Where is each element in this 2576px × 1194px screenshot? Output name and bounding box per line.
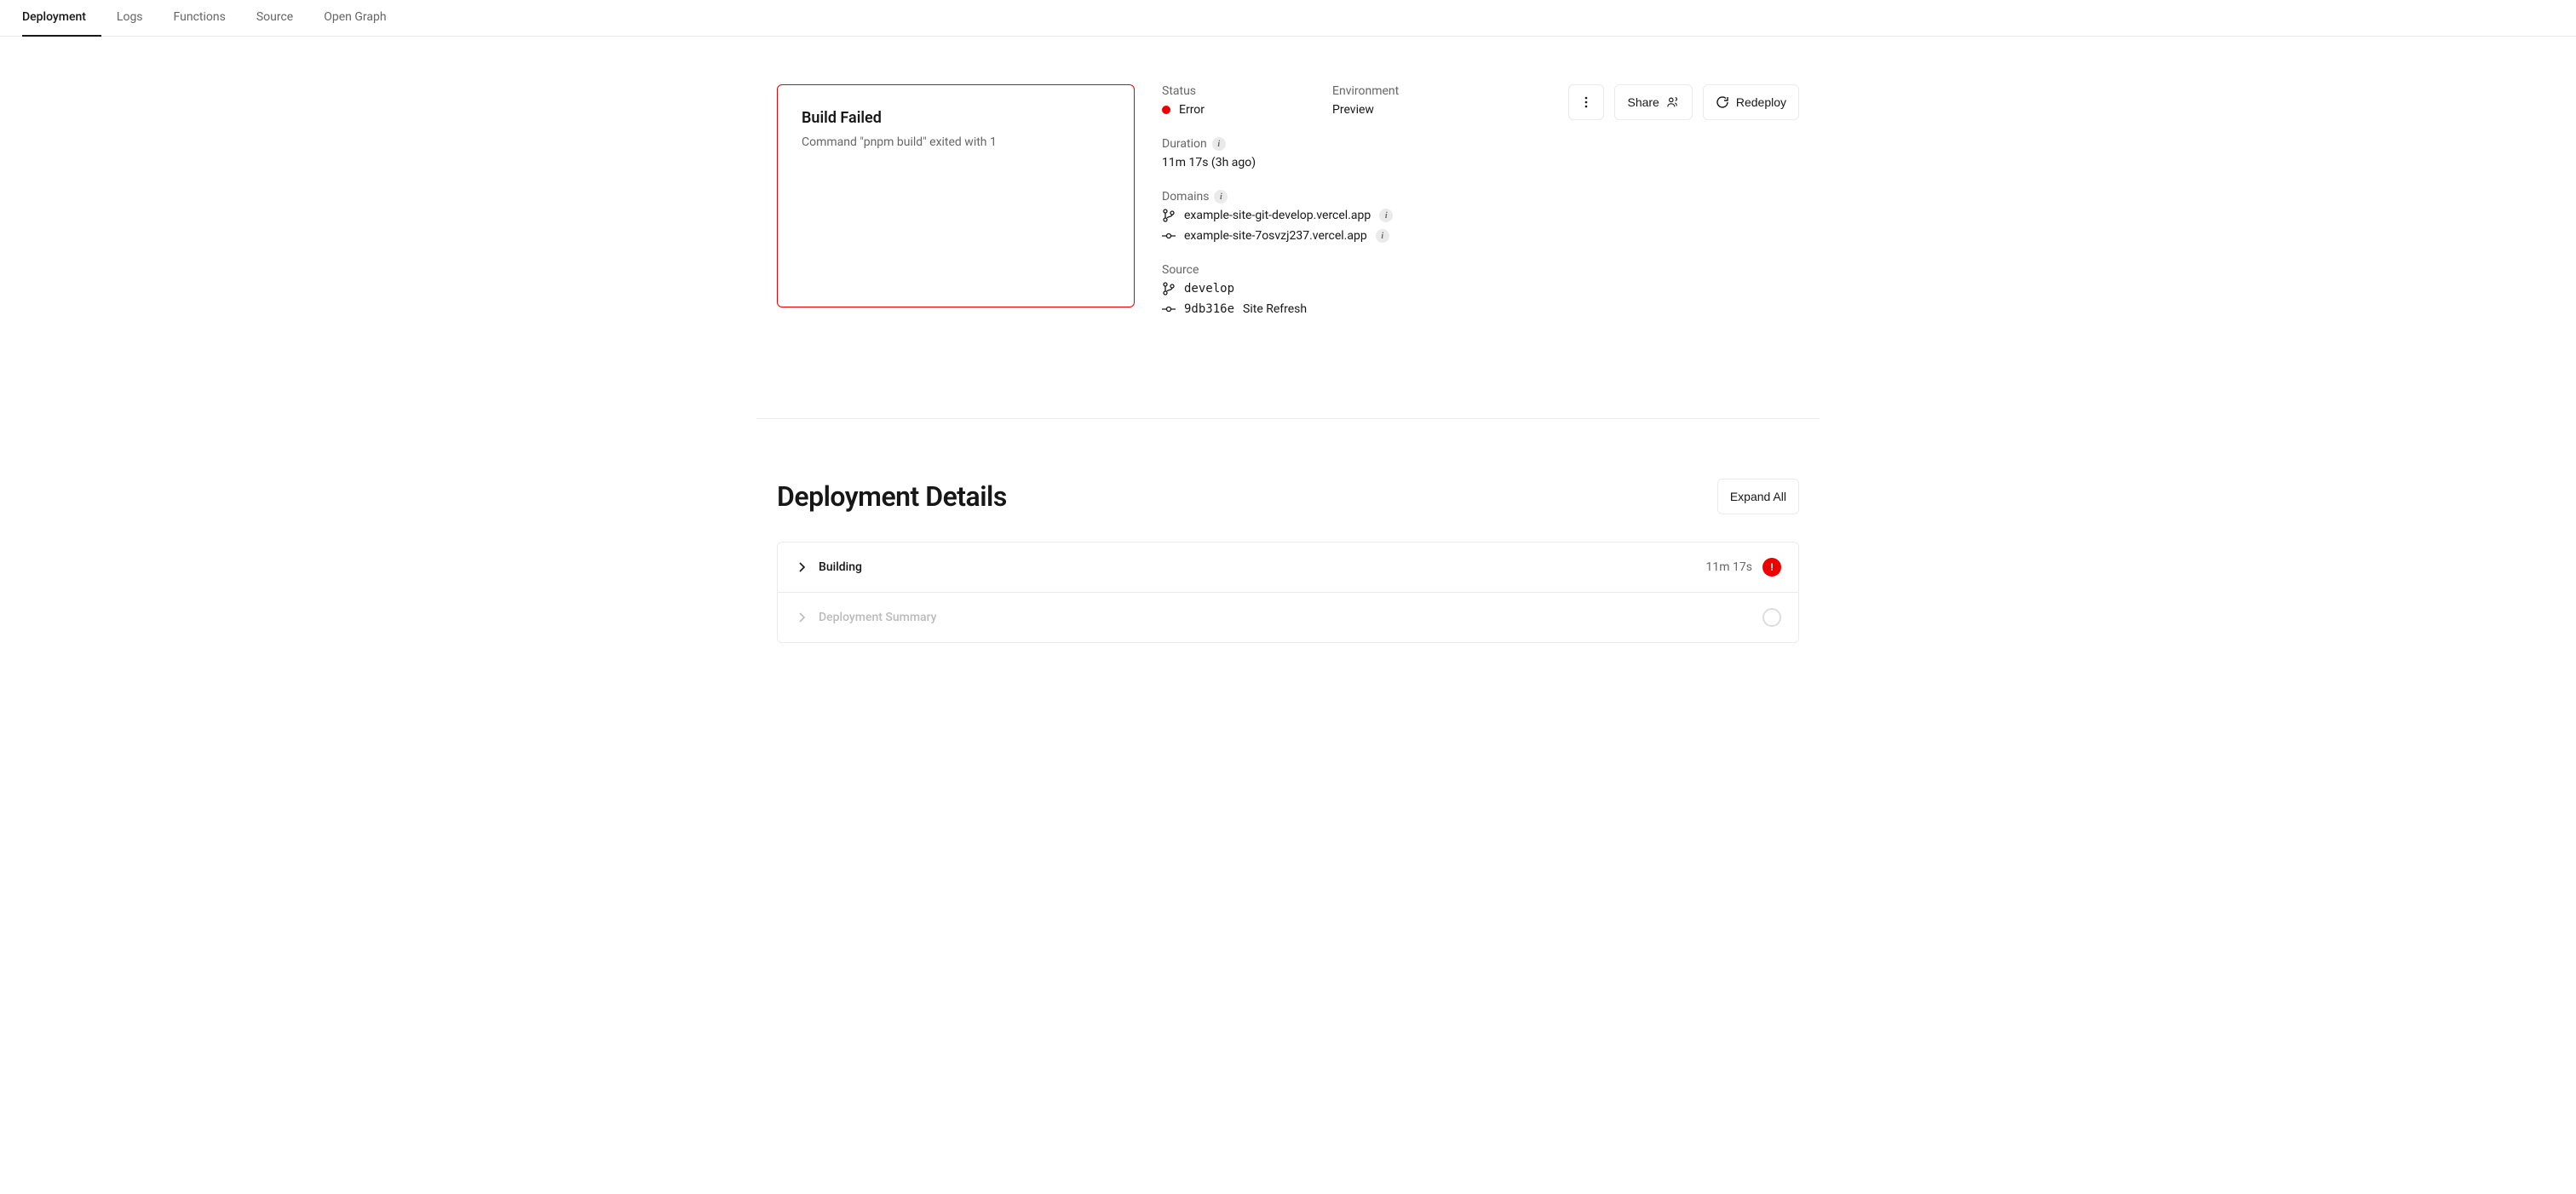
error-badge-icon: ! xyxy=(1762,558,1781,577)
domain-link[interactable]: example-site-7osvzj237.vercel.app i xyxy=(1162,229,1541,243)
domain-link[interactable]: example-site-git-develop.vercel.app i xyxy=(1162,209,1541,222)
branch-icon xyxy=(1162,282,1176,296)
build-error-message: Command "pnpm build" exited with 1 xyxy=(802,135,1110,149)
environment-label: Environment xyxy=(1332,84,1452,98)
tab-functions[interactable]: Functions xyxy=(158,0,241,36)
tab-open-graph[interactable]: Open Graph xyxy=(308,0,401,36)
source-label: Source xyxy=(1162,263,1541,277)
deployment-actions: Share Redeploy xyxy=(1568,84,1799,120)
tab-source[interactable]: Source xyxy=(241,0,308,36)
duration-label: Duration xyxy=(1162,137,1207,151)
source-group: Source develop 9db316e Site Refresh xyxy=(1162,263,1541,316)
status-dot-error xyxy=(1162,106,1170,114)
expand-all-button[interactable]: Expand All xyxy=(1717,479,1799,514)
details-accordion: Building 11m 17s ! Deployment Summary xyxy=(777,542,1799,643)
duration-value: 11m 17s (3h ago) xyxy=(1162,156,1541,169)
more-vertical-icon xyxy=(1579,95,1593,109)
commit-icon xyxy=(1162,302,1176,316)
deployment-tabs: Deployment Logs Functions Source Open Gr… xyxy=(0,0,2576,37)
info-icon[interactable]: i xyxy=(1376,229,1389,243)
deployment-meta: Status Error Environment Preview Duratio… xyxy=(1162,84,1541,316)
refresh-icon xyxy=(1716,95,1729,109)
info-icon[interactable]: i xyxy=(1214,190,1228,204)
build-status-title: Build Failed xyxy=(802,109,1110,127)
info-icon[interactable]: i xyxy=(1379,209,1393,222)
deployment-details-heading: Deployment Details xyxy=(777,480,1007,513)
building-duration: 11m 17s xyxy=(1706,560,1752,574)
redeploy-button[interactable]: Redeploy xyxy=(1703,84,1799,120)
chevron-right-icon xyxy=(795,560,808,574)
accordion-row-building[interactable]: Building 11m 17s ! xyxy=(778,542,1798,593)
environment-value: Preview xyxy=(1332,103,1452,117)
info-icon[interactable]: i xyxy=(1212,137,1226,151)
branch-icon xyxy=(1162,209,1176,222)
environment-group: Environment Preview xyxy=(1332,84,1452,117)
share-button[interactable]: Share xyxy=(1614,84,1692,120)
deployment-preview-card: Build Failed Command "pnpm build" exited… xyxy=(777,84,1135,307)
tab-logs[interactable]: Logs xyxy=(101,0,158,36)
domains-group: Domains i example-site-git-develop.verce… xyxy=(1162,190,1541,243)
status-label: Status xyxy=(1162,84,1281,98)
status-value: Error xyxy=(1179,103,1205,117)
source-commit[interactable]: 9db316e Site Refresh xyxy=(1162,302,1541,316)
more-options-button[interactable] xyxy=(1568,84,1604,120)
accordion-row-summary[interactable]: Deployment Summary xyxy=(778,593,1798,642)
people-icon xyxy=(1666,95,1680,109)
chevron-right-icon xyxy=(795,611,808,624)
source-branch[interactable]: develop xyxy=(1162,282,1541,296)
status-group: Status Error xyxy=(1162,84,1281,117)
commit-icon xyxy=(1162,229,1176,243)
domains-label: Domains xyxy=(1162,190,1209,204)
duration-group: Duration i 11m 17s (3h ago) xyxy=(1162,137,1541,169)
tab-deployment[interactable]: Deployment xyxy=(22,0,101,36)
empty-status-icon xyxy=(1762,608,1781,627)
